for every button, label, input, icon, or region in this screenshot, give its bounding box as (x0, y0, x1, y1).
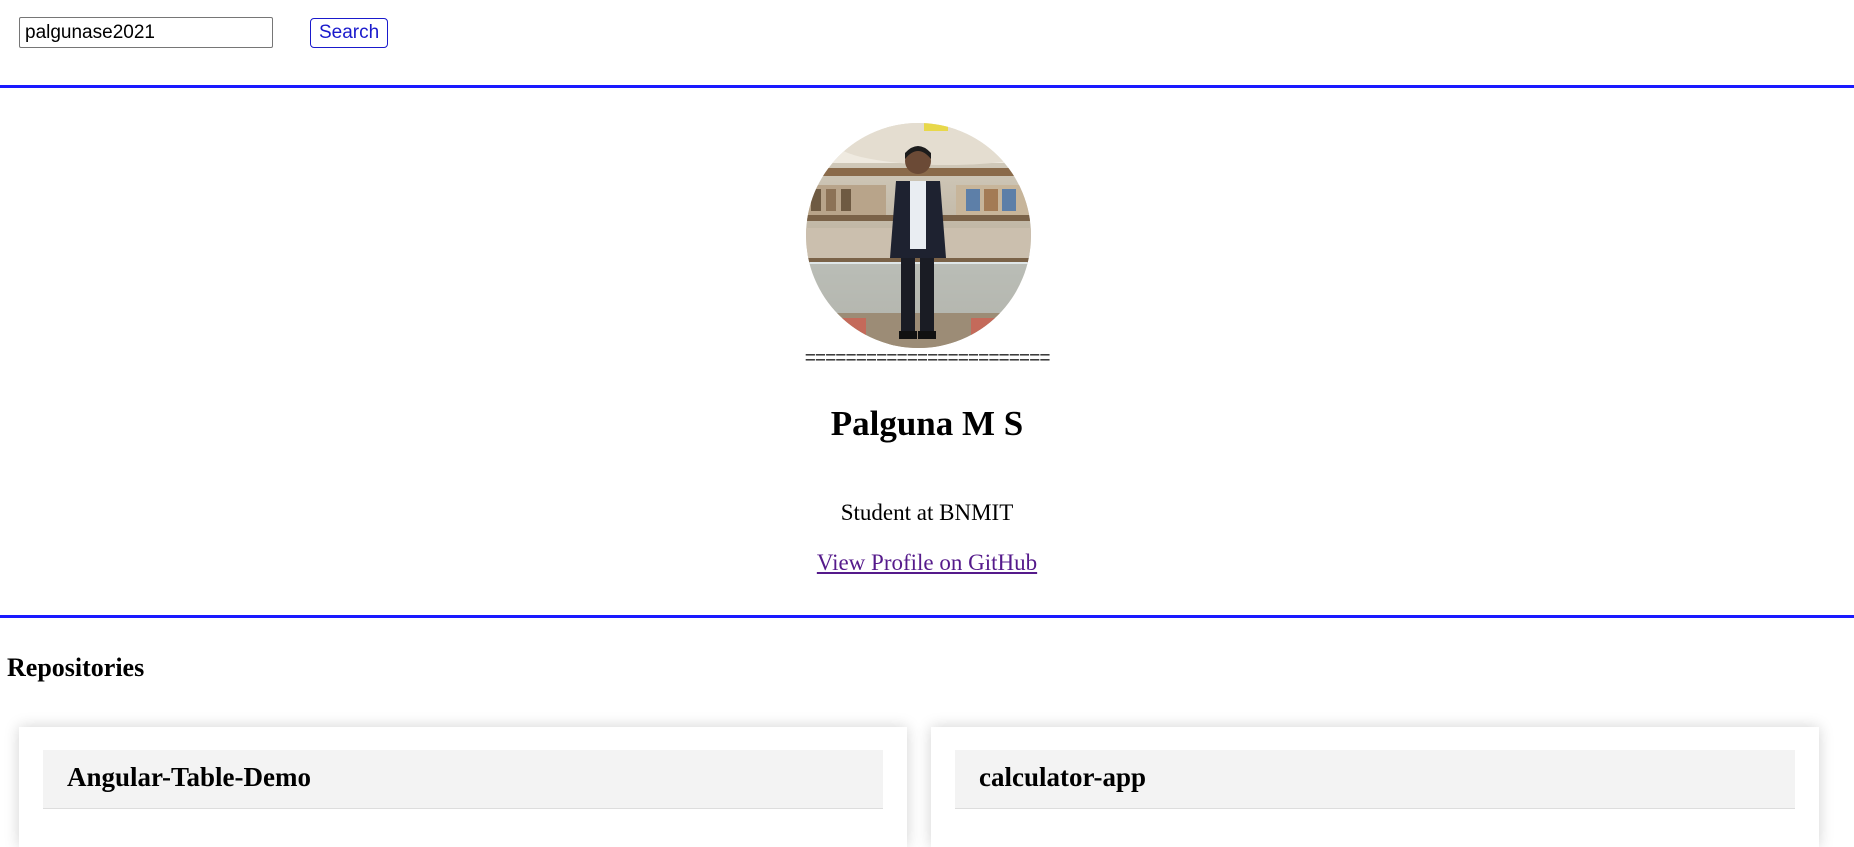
profile-name: Palguna M S (830, 404, 1024, 443)
repo-title: calculator-app (979, 762, 1146, 792)
search-input[interactable] (19, 17, 273, 48)
avatar-photo (806, 123, 1031, 348)
view-profile-link[interactable]: View Profile on GitHub (817, 550, 1037, 575)
search-bar: Search (0, 0, 1854, 88)
repo-title: Angular-Table-Demo (67, 762, 312, 792)
repo-card-header: Angular-Table-Demo (43, 750, 883, 809)
repo-card-header: calculator-app (955, 750, 1795, 809)
search-button[interactable]: Search (310, 18, 389, 48)
profile-link-container: View Profile on GitHub (0, 550, 1854, 576)
profile-divider: ======================== (804, 348, 1051, 370)
profile-bio: Student at BNMIT (840, 500, 1014, 525)
avatar (806, 123, 1031, 348)
repositories-heading: Repositories (7, 653, 145, 682)
repo-card[interactable]: calculator-app (931, 727, 1819, 847)
profile-section: ======================== Palguna M S Stu… (0, 88, 1854, 618)
repo-card[interactable]: Angular-Table-Demo (19, 727, 907, 847)
